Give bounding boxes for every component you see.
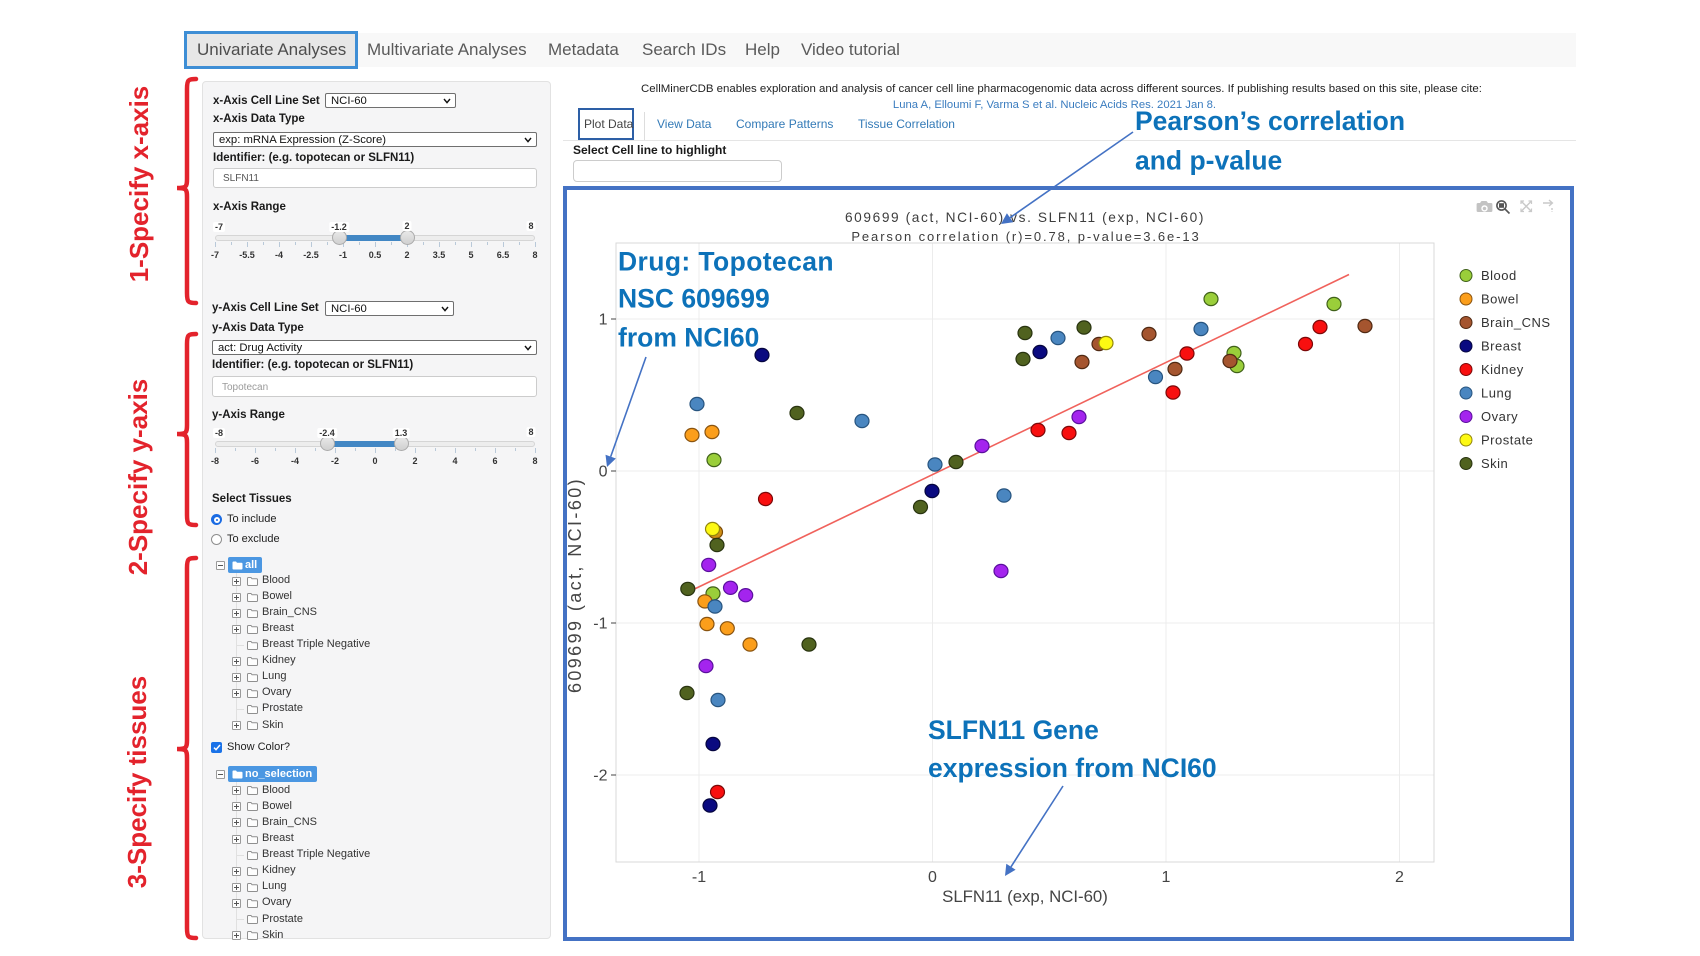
svg-text:0: 0	[928, 869, 937, 886]
svg-text:609699 (act, NCI-60): 609699 (act, NCI-60)	[565, 477, 585, 693]
svg-text:Brain_CNS: Brain_CNS	[1481, 315, 1551, 330]
svg-text:1: 1	[1162, 869, 1171, 886]
svg-text:2-Specify y-axis: 2-Specify y-axis	[123, 379, 153, 576]
svg-text:Bowel: Bowel	[1481, 292, 1519, 307]
svg-text:-1: -1	[692, 869, 706, 886]
svg-text:609699 (act, NCI-60) vs. SLFN1: 609699 (act, NCI-60) vs. SLFN11 (exp, NC…	[845, 210, 1205, 225]
svg-text:0: 0	[599, 464, 608, 481]
svg-text:Blood: Blood	[1481, 268, 1517, 283]
svg-text:1: 1	[599, 312, 608, 329]
svg-text:SLFN11 (exp, NCI-60): SLFN11 (exp, NCI-60)	[942, 887, 1108, 906]
svg-text:Kidney: Kidney	[1481, 362, 1524, 377]
svg-text:Ovary: Ovary	[1481, 409, 1518, 424]
svg-text:Prostate: Prostate	[1481, 433, 1533, 448]
svg-text:-1: -1	[593, 616, 607, 633]
svg-text:NSC 609699: NSC 609699	[618, 284, 770, 314]
svg-text:Pearson’s correlation: Pearson’s correlation	[1135, 106, 1405, 136]
svg-text:Breast: Breast	[1481, 339, 1522, 354]
svg-text:Drug: Topotecan: Drug: Topotecan	[618, 247, 834, 277]
svg-text:expression from NCI60: expression from NCI60	[928, 753, 1217, 783]
svg-text:SLFN11 Gene: SLFN11 Gene	[928, 715, 1099, 745]
svg-text:-2: -2	[593, 768, 607, 785]
svg-text:Skin: Skin	[1481, 456, 1508, 471]
svg-text:from NCI60: from NCI60	[618, 323, 759, 353]
svg-text:2: 2	[1395, 869, 1404, 886]
svg-text:1-Specify x-axis: 1-Specify x-axis	[124, 86, 154, 283]
svg-text:Lung: Lung	[1481, 386, 1512, 401]
svg-text:Pearson correlation (r)=0.78,: Pearson correlation (r)=0.78, p-value=3.…	[851, 229, 1200, 244]
svg-text:and p-value: and p-value	[1135, 146, 1282, 176]
svg-text:3-Specify tissues: 3-Specify tissues	[122, 676, 152, 888]
